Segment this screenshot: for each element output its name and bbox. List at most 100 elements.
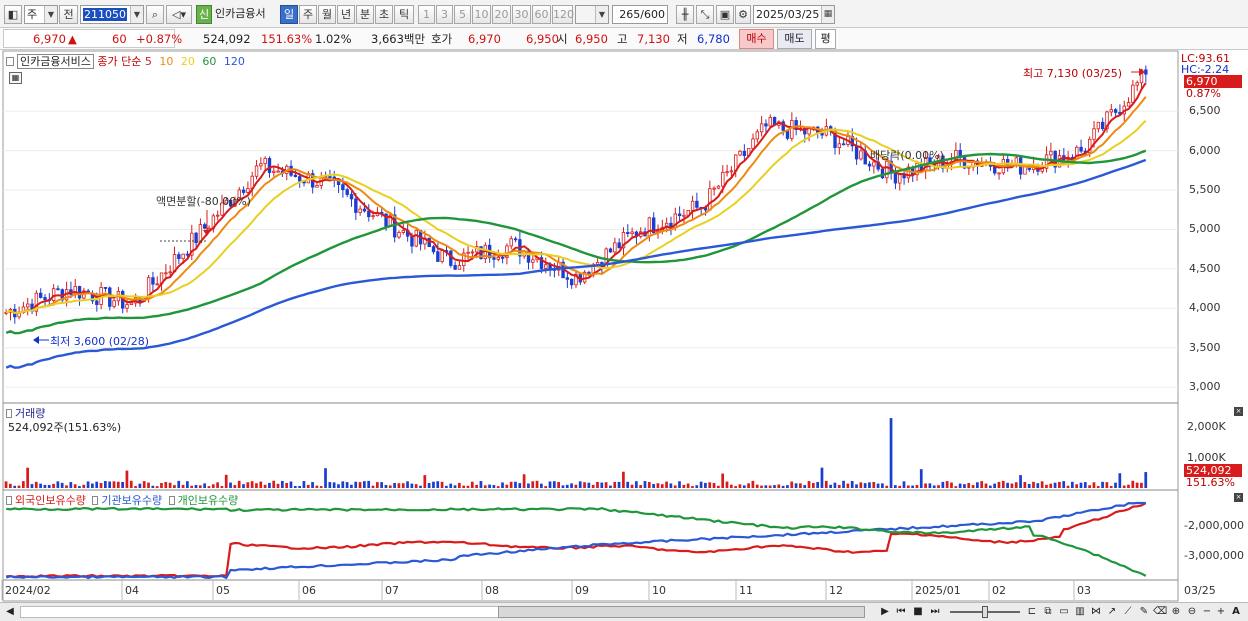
candle-body [496,256,500,260]
candle-body [185,253,190,256]
evaluation-button[interactable]: 평 [815,29,836,49]
price-tick-label: 4,000 [1189,301,1221,315]
volume-bar [268,482,271,488]
volume-bar [811,482,815,488]
split-icon[interactable]: ▥ [1073,605,1087,619]
stock-chart[interactable] [0,50,1248,621]
draw-icon[interactable]: ✎ [1137,605,1151,619]
candle-body [95,300,99,306]
high-label: 고 [617,32,628,46]
volume-bar [1045,484,1048,488]
volume-bar [17,485,21,488]
quote-bar: 6,970 ▲ 60 +0.87% 524,092 151.63% 1.02% … [0,28,1248,50]
volume-bar [954,486,958,488]
volume-bar [609,485,612,488]
candle-body [358,208,362,213]
period-type-select[interactable]: 주 ▼ [24,5,58,24]
scroll-thumb[interactable] [498,606,865,618]
pattern-icon[interactable]: ⋈ [1089,605,1103,619]
candle-body [315,185,319,188]
plus-icon[interactable]: + [1214,605,1228,619]
zoom-out-icon[interactable]: ⊖ [1185,605,1199,619]
save-icon[interactable]: ▣ [716,5,734,24]
indicator-icon[interactable]: ⤡ [696,5,714,24]
volume-bar [470,481,474,488]
text-size-icon[interactable]: A [1229,605,1243,619]
period-tab-minute[interactable]: 분 [356,5,374,24]
search-icon[interactable]: ⌕ [146,5,164,24]
interval-20[interactable]: 20 [492,5,511,24]
minus-icon[interactable]: − [1200,605,1214,619]
price-change-pct: +0.87% [136,32,183,46]
interval-60[interactable]: 60 [532,5,551,24]
trend-icon[interactable]: ↗ [1105,605,1119,619]
chart-menu-icon[interactable]: ◧ [4,5,22,24]
crosshair-icon[interactable]: ⊕ [1169,605,1183,619]
eraser-icon[interactable]: ⌫ [1153,605,1167,619]
volume-bar [781,485,785,488]
period-tab-day[interactable]: 일 [280,5,298,24]
stop-icon[interactable]: ■ [911,605,925,619]
volume-bar [941,481,945,488]
layout-icon[interactable]: ⊏ [1025,605,1039,619]
volume-bar [626,481,630,488]
speaker-icon[interactable]: ◁▾ [166,5,192,24]
data-count-field[interactable]: 265/600 [612,5,668,24]
copy-icon[interactable]: ⧉ [1041,605,1055,619]
volume-bar [561,485,565,488]
chart-type-icon[interactable]: ╫ [676,5,694,24]
volume-bar [91,483,94,488]
bottom-scrollbar[interactable]: ◀ ▶ ⏮ ■ ⏭ ⊏ ⧉ ▭ ▥ ⋈ ↗ ⟋ ✎ ⌫ ⊕ ⊖ − + A [0,602,1248,621]
stock-code-input[interactable]: 211050 ▼ [80,5,144,24]
window-icon[interactable]: ▭ [1057,605,1071,619]
volume-bar [496,486,500,488]
rewind-icon[interactable]: ⏮ [894,605,908,619]
grid-toggle-icon[interactable]: ▦ [9,72,22,84]
data-count: 265 [619,8,641,21]
interval-10[interactable]: 10 [472,5,491,24]
period-tab-tick[interactable]: 틱 [394,5,414,24]
volume-bar [488,484,491,488]
sell-button[interactable]: 매도 [777,29,812,49]
date-tick-label: 08 [485,584,499,597]
volume-bar [419,485,422,488]
period-tab-second[interactable]: 초 [375,5,393,24]
volume-bar [807,481,811,488]
prev-button[interactable]: 전 [59,5,78,24]
volume-bar [358,482,362,488]
volume-bar [997,481,1001,488]
volume-bar [160,483,163,488]
volume-bar [233,485,237,488]
interval-30[interactable]: 30 [512,5,531,24]
interval-5[interactable]: 5 [454,5,471,24]
date-input[interactable]: 2025/03/25 ▦ [753,5,835,24]
gear-icon[interactable]: ⚙ [735,5,751,24]
fast-forward-icon[interactable]: ⏭ [928,605,942,619]
candle-body [453,265,457,270]
period-tab-week[interactable]: 주 [299,5,317,24]
interval-3[interactable]: 3 [436,5,453,24]
buy-button[interactable]: 매수 [739,29,774,49]
volume-bar [1109,485,1113,488]
volume-bar [354,481,358,488]
period-tab-year[interactable]: 년 [337,5,355,24]
fibonacci-icon[interactable]: ⟋ [1121,605,1135,619]
interval-1[interactable]: 1 [418,5,435,24]
legend-stock-name[interactable]: 인카금융서비스 [17,54,94,69]
candle-body [617,242,621,249]
candle-body [751,138,755,149]
volume-bar [380,482,383,488]
candle-body [893,172,898,184]
interval-120[interactable]: 120 [552,5,574,24]
volume-bar [829,484,832,488]
scroll-left-icon[interactable]: ◀ [3,605,17,619]
volume-bar [60,482,64,488]
volume-bar [186,481,189,488]
close-icon[interactable]: × [1234,493,1243,502]
period-tab-month[interactable]: 월 [318,5,336,24]
zoom-slider-handle[interactable] [982,606,988,618]
scroll-right-icon[interactable]: ▶ [878,605,892,619]
custom-interval-select[interactable]: ▼ [575,5,609,24]
candle-body [436,251,440,262]
close-icon[interactable]: × [1234,407,1243,416]
